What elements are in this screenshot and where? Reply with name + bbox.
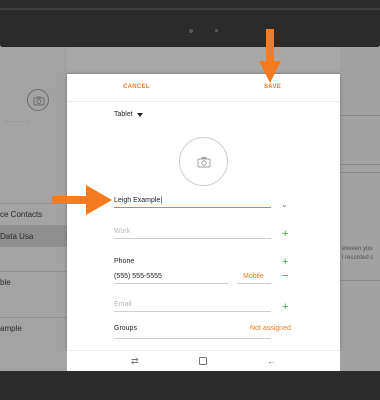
background-row-label: ce Contacts <box>0 210 43 219</box>
plus-icon[interactable]: + <box>282 302 288 313</box>
sensor <box>215 29 218 32</box>
dialog-header: CANCEL SAVE <box>67 74 340 102</box>
navigation-bar: ⇄ ← <box>67 350 340 371</box>
cancel-button[interactable]: CANCEL <box>123 84 150 90</box>
background-row: Data Usa <box>0 225 67 247</box>
contact-photo-button[interactable] <box>179 137 228 186</box>
background-avatar <box>27 89 49 111</box>
divider <box>340 280 380 281</box>
chevron-down-icon[interactable]: ⌄ <box>281 200 288 210</box>
background-right-panel: etween you l recorded c <box>340 47 380 371</box>
email-placeholder: Email <box>114 301 132 308</box>
background-row-label: Data Usa <box>0 232 34 241</box>
plus-icon[interactable]: + <box>282 257 288 268</box>
phone-type-selector[interactable]: Mobile <box>237 273 271 284</box>
background-row: ble <box>0 271 67 293</box>
groups-label[interactable]: Groups <box>114 325 137 332</box>
divider <box>340 115 380 116</box>
work-placeholder: Work <box>114 228 131 235</box>
work-field[interactable]: Work <box>114 228 271 239</box>
minus-icon[interactable]: − <box>282 271 288 282</box>
camera-icon <box>197 156 210 167</box>
caret-down-icon <box>136 112 143 117</box>
divider <box>340 164 380 165</box>
background-text: l recorded c <box>342 255 374 261</box>
save-button[interactable]: SAVE <box>264 84 281 90</box>
background-row-label: ble <box>0 278 11 287</box>
recent-apps-icon[interactable]: ⇄ <box>131 356 139 366</box>
groups-value[interactable]: Not assigned <box>250 325 291 332</box>
divider <box>114 338 271 339</box>
tablet-device: ·········· ·· ce Contacts Data Usa ble a… <box>0 0 380 400</box>
background-row: ample <box>0 317 67 339</box>
phone-label: Phone <box>114 258 135 265</box>
tablet-bottom-bezel <box>0 371 380 400</box>
home-button-icon[interactable] <box>199 357 207 365</box>
phone-field[interactable]: (555) 555-5555 <box>114 273 228 284</box>
plus-icon[interactable]: + <box>282 229 288 240</box>
tablet-top-bezel <box>0 0 380 47</box>
background-row-label: ample <box>0 324 22 333</box>
front-camera <box>189 29 193 33</box>
background-phone-number: ·········· ·· <box>4 119 30 125</box>
phone-type-value: Mobile <box>243 273 264 280</box>
name-value: Leigh Example <box>114 197 161 204</box>
phone-value: (555) 555-5555 <box>114 273 162 280</box>
bezel-edge <box>0 8 380 10</box>
account-label: Tablet <box>114 111 133 118</box>
arrow-right-icon <box>52 185 112 215</box>
back-icon[interactable]: ← <box>267 356 276 366</box>
camera-icon <box>33 96 45 106</box>
background-text: etween you <box>342 246 373 252</box>
email-field[interactable]: Email <box>114 301 271 312</box>
account-selector[interactable]: Tablet <box>114 111 143 118</box>
name-field[interactable]: Leigh Example| <box>114 197 271 208</box>
divider <box>340 172 380 173</box>
arrow-down-icon <box>259 29 281 83</box>
